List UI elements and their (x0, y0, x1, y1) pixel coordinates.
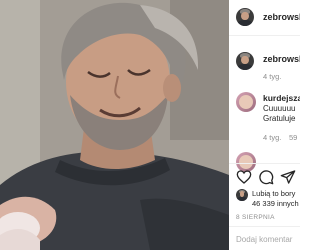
post-photo (0, 0, 229, 250)
likes-line1[interactable]: Lubią to bory (252, 189, 295, 199)
heart-icon[interactable] (236, 169, 252, 185)
share-icon[interactable] (280, 169, 296, 185)
liker-avatar[interactable] (236, 189, 248, 201)
action-bar (229, 163, 300, 188)
commenter-avatar[interactable] (236, 92, 256, 112)
post-header: zebrowski (229, 0, 300, 36)
post-date: 8 SIERPNIA (236, 214, 275, 221)
comment-icon[interactable] (258, 169, 274, 185)
likes-section: Lubią to bory 46 339 innych (229, 187, 300, 215)
caption-author-username[interactable]: zebrowski (263, 54, 300, 64)
author-username[interactable]: zebrowski (263, 12, 300, 22)
comment-age: 4 tyg. (263, 133, 282, 142)
add-comment-bar: Dodaj komentar (229, 226, 300, 250)
likes-line2[interactable]: 46 339 innych (252, 199, 299, 209)
caption-age: 4 tyg. (263, 72, 282, 81)
comment-text-line2: Gratuluje (263, 114, 296, 123)
comment-like-count[interactable]: 59 (289, 133, 297, 142)
photo-illustration (0, 0, 229, 250)
comment-username[interactable]: kurdejsza (263, 93, 300, 103)
comment-input[interactable]: Dodaj komentar (236, 235, 292, 244)
caption-author-avatar[interactable] (236, 52, 254, 70)
comment-text-line1: Cuuuuuu (263, 104, 296, 113)
post-sidebar: zebrowski zebrowski 4 tyg. kurdejsza Cuu… (229, 0, 300, 250)
author-avatar[interactable] (236, 8, 254, 26)
